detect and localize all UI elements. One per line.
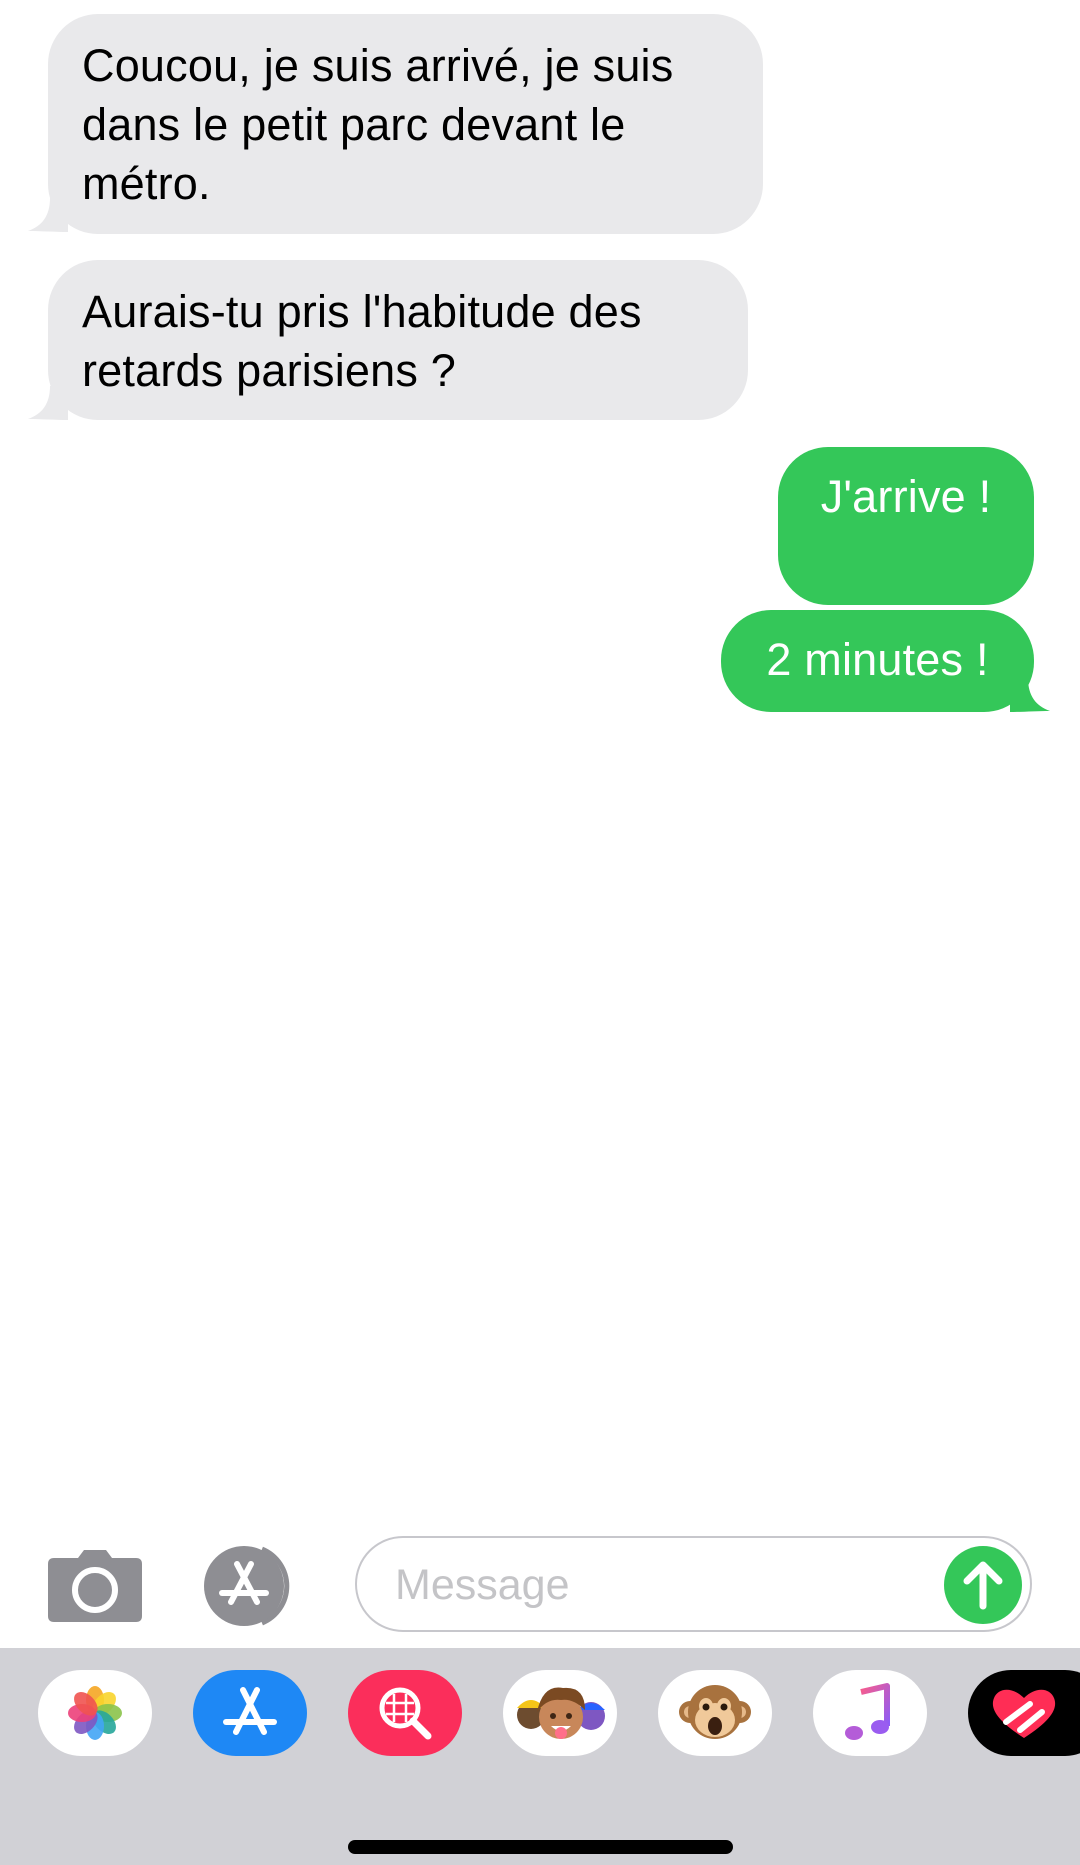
imessage-app-drawer xyxy=(0,1648,1080,1865)
message-input-field[interactable] xyxy=(355,1536,1032,1632)
camera-icon xyxy=(48,1550,142,1622)
app-music[interactable] xyxy=(813,1670,927,1756)
message-bubble-outgoing[interactable]: J'arrive ! xyxy=(778,447,1034,605)
message-input[interactable] xyxy=(393,1538,937,1632)
message-bubble-outgoing[interactable]: 2 minutes ! xyxy=(721,610,1034,712)
app-digital-touch[interactable] xyxy=(968,1670,1080,1756)
messages-screen: Coucou, je suis arrivé, je suis dans le … xyxy=(0,0,1080,1865)
compose-bar xyxy=(0,1528,1080,1648)
app-animoji[interactable] xyxy=(658,1670,772,1756)
app-store-button[interactable] xyxy=(200,1546,310,1626)
images-search-icon xyxy=(379,1687,432,1740)
bubble-tail-incoming xyxy=(28,198,68,232)
music-icon xyxy=(845,1683,890,1740)
app-store-icon xyxy=(204,1546,290,1626)
app-photos[interactable] xyxy=(38,1670,152,1756)
arrow-up-icon xyxy=(963,1561,1003,1610)
bubble-tail-incoming xyxy=(28,386,68,420)
photos-icon xyxy=(68,1686,122,1740)
animoji-monkey-icon xyxy=(679,1685,751,1739)
memoji-stickers-icon xyxy=(517,1687,605,1739)
message-text: J'arrive ! xyxy=(820,471,992,522)
digital-touch-heart-icon xyxy=(992,1689,1056,1738)
app-store-icon xyxy=(223,1687,277,1735)
app-store[interactable] xyxy=(193,1670,307,1756)
message-text: Aurais-tu pris l'habitude des retards pa… xyxy=(82,286,642,396)
message-text: Coucou, je suis arrivé, je suis dans le … xyxy=(82,40,674,209)
send-button[interactable] xyxy=(944,1546,1022,1624)
camera-button[interactable] xyxy=(48,1550,142,1622)
app-images-search[interactable] xyxy=(348,1670,462,1756)
app-memoji-stickers[interactable] xyxy=(503,1670,617,1756)
bubble-tail-outgoing xyxy=(1010,678,1050,712)
message-bubble-incoming[interactable]: Aurais-tu pris l'habitude des retards pa… xyxy=(48,260,748,420)
message-text: 2 minutes ! xyxy=(766,634,989,685)
home-indicator[interactable] xyxy=(348,1840,733,1854)
message-bubble-incoming[interactable]: Coucou, je suis arrivé, je suis dans le … xyxy=(48,14,763,234)
